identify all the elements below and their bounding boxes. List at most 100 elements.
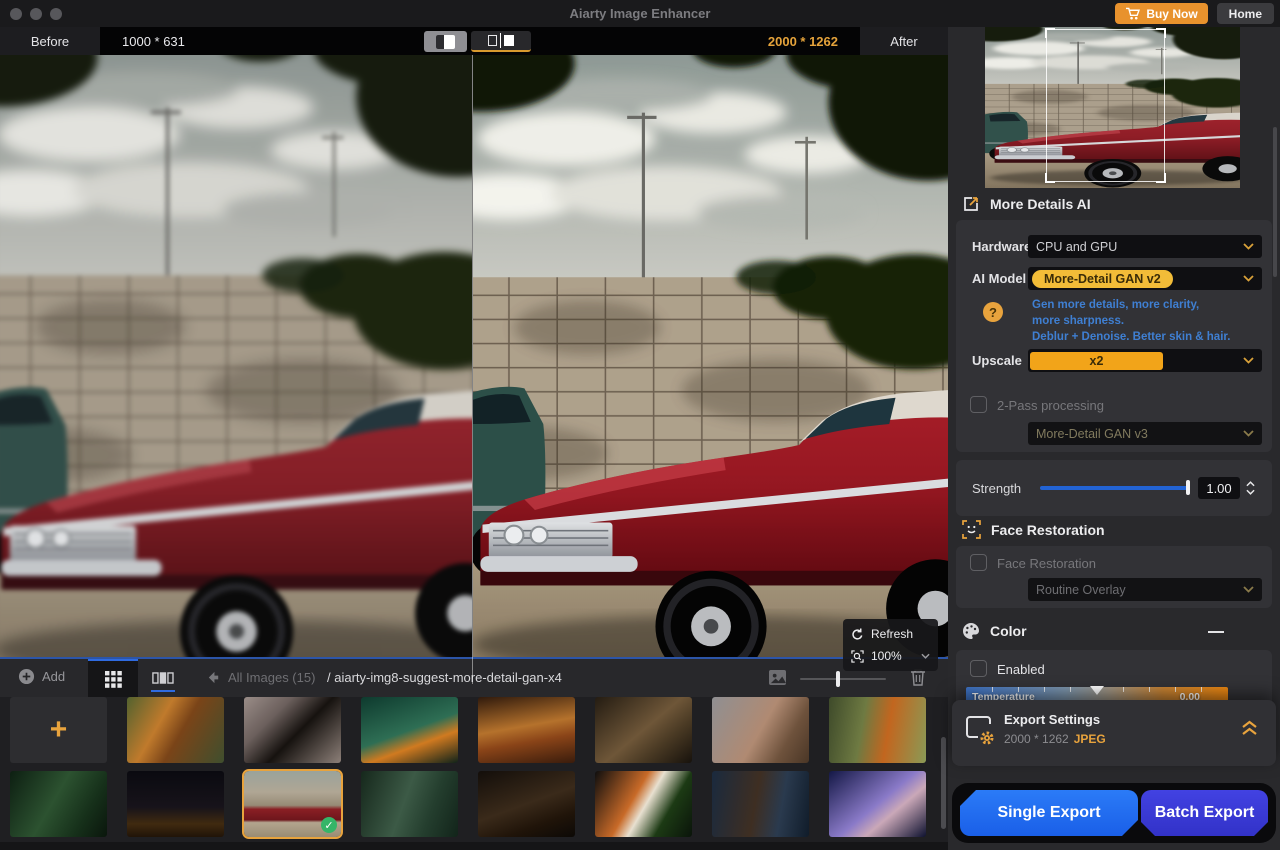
- thumbnail-tiger[interactable]: [127, 697, 224, 763]
- minimize-window-icon[interactable]: [30, 8, 42, 20]
- chevron-down-icon: [1243, 430, 1254, 437]
- list-view-button[interactable]: [141, 659, 185, 697]
- chevron-down-icon: [1243, 275, 1254, 282]
- thumbnail-add-new[interactable]: +: [10, 697, 107, 763]
- thumbnail-heron[interactable]: [361, 771, 458, 837]
- strength-stepper[interactable]: [1244, 477, 1256, 499]
- color-title: Color: [990, 623, 1027, 639]
- back-button[interactable]: [206, 670, 221, 690]
- thumbnail-size-icon: [768, 669, 787, 691]
- model-description-line1: Gen more details, more clarity,: [1032, 297, 1230, 313]
- list-view-underline: [151, 690, 175, 692]
- stepper-down-icon: [1246, 489, 1255, 495]
- view-mode-toggles: [424, 31, 531, 52]
- zoom-lens-icon: [851, 650, 864, 663]
- thumbnail-girl-portrait[interactable]: [712, 697, 809, 763]
- home-button[interactable]: Home: [1217, 3, 1274, 24]
- app-window: Aiarty Image Enhancer Buy Now Home Befor…: [0, 0, 1280, 850]
- ai-model-value: More-Detail GAN v2: [1032, 270, 1173, 288]
- color-header: Color: [962, 622, 1027, 640]
- buy-now-button[interactable]: Buy Now: [1115, 3, 1207, 24]
- navigator-viewport-rect[interactable]: [1046, 29, 1165, 182]
- zoom-level-control[interactable]: 100%: [851, 647, 930, 665]
- help-glyph: ?: [989, 305, 997, 320]
- two-pass-model-dropdown[interactable]: More-Detail GAN v3: [1028, 422, 1262, 445]
- export-settings-card[interactable]: Export Settings 2000 * 1262JPEG: [952, 700, 1276, 766]
- grid-view-button[interactable]: [88, 659, 138, 697]
- ai-model-dropdown[interactable]: More-Detail GAN v2: [1028, 267, 1262, 290]
- workspace: Before 1000 * 631 2000 * 1262 After: [0, 27, 948, 850]
- viewer-zoom-overlay: Refresh 100%: [843, 619, 938, 671]
- face-mode-dropdown[interactable]: Routine Overlay: [1028, 578, 1262, 601]
- thumbnail-size-slider[interactable]: [800, 678, 886, 680]
- after-image: [473, 55, 948, 684]
- panel-scrollbar[interactable]: [1273, 127, 1277, 277]
- before-image: [0, 55, 472, 684]
- add-image-button[interactable]: Add: [18, 668, 65, 685]
- strength-slider-thumb[interactable]: [1186, 480, 1190, 495]
- thumbnail-jungle-bird[interactable]: [10, 771, 107, 837]
- split-view-button[interactable]: [471, 31, 531, 52]
- hardware-value: CPU and GPU: [1036, 240, 1117, 254]
- chevron-down-icon: [1243, 586, 1254, 593]
- split-divider[interactable]: [472, 55, 473, 684]
- face-mode-value: Routine Overlay: [1036, 583, 1126, 597]
- close-window-icon[interactable]: [10, 8, 22, 20]
- more-details-ai-icon: [962, 195, 980, 213]
- temperature-slider-thumb[interactable]: [1090, 686, 1104, 695]
- ai-model-label: AI Model: [972, 271, 1026, 286]
- after-tab: After: [860, 27, 948, 55]
- single-view-icon: [436, 35, 455, 49]
- thumbnail-burger[interactable]: [478, 697, 575, 763]
- image-viewer[interactable]: Refresh 100%: [0, 55, 948, 684]
- thumbnail-coral[interactable]: [829, 771, 926, 837]
- strength-value[interactable]: 1.00: [1198, 477, 1240, 499]
- color-enabled-checkbox[interactable]: [970, 660, 987, 677]
- before-label: Before: [31, 34, 69, 49]
- single-export-button[interactable]: Single Export: [960, 790, 1138, 836]
- thumbnail-scrollbar[interactable]: [941, 737, 946, 829]
- thumbnail-red-car[interactable]: ✓: [244, 771, 341, 837]
- thumbnail-fox[interactable]: [829, 697, 926, 763]
- cart-icon: [1125, 7, 1140, 20]
- title-bar: Aiarty Image Enhancer Buy Now Home: [0, 0, 1280, 27]
- zoom-window-icon[interactable]: [50, 8, 62, 20]
- navigator-thumbnail[interactable]: [985, 27, 1240, 188]
- thumbnail-strip: +✓: [0, 697, 948, 850]
- thumbnail-butterfly-plant[interactable]: [595, 771, 692, 837]
- thumbnail-terrarium[interactable]: [361, 697, 458, 763]
- app-title: Aiarty Image Enhancer: [0, 6, 1280, 21]
- face-restoration-checkbox[interactable]: [970, 554, 987, 571]
- face-restoration-icon: [962, 520, 981, 539]
- stepper-up-icon: [1246, 481, 1255, 487]
- export-collapse-icon[interactable]: [1241, 718, 1258, 742]
- export-buttons-bar: Single Export Batch Export: [952, 783, 1276, 843]
- thumbnail-size-slider-thumb[interactable]: [836, 671, 840, 687]
- upscale-dropdown[interactable]: x2: [1028, 349, 1262, 372]
- bottom-strip: [0, 842, 948, 850]
- model-description-line3: Deblur + Denoise. Better skin & hair.: [1032, 329, 1230, 345]
- thumbnail-city-night[interactable]: [127, 771, 224, 837]
- hardware-dropdown[interactable]: CPU and GPU: [1028, 235, 1262, 258]
- hardware-label: Hardware: [972, 239, 1031, 254]
- two-pass-checkbox[interactable]: [970, 396, 987, 413]
- thumbnail-butterfly[interactable]: [244, 697, 341, 763]
- thumbnail-lake-cabin[interactable]: [478, 771, 575, 837]
- all-images-link[interactable]: All Images (15): [228, 670, 315, 685]
- color-collapse-icon[interactable]: [1208, 631, 1224, 633]
- model-description: Gen more details, more clarity, more sha…: [1032, 297, 1230, 345]
- single-view-button[interactable]: [424, 31, 467, 52]
- delete-button[interactable]: [910, 668, 926, 691]
- refresh-button[interactable]: Refresh: [851, 625, 930, 643]
- thumbnail-dog-art[interactable]: [595, 697, 692, 763]
- export-settings-summary: 2000 * 1262JPEG: [1004, 732, 1106, 746]
- face-restoration-title: Face Restoration: [991, 522, 1105, 538]
- window-controls[interactable]: [10, 8, 62, 20]
- help-icon[interactable]: ?: [983, 302, 1003, 322]
- export-settings-title: Export Settings: [1004, 712, 1100, 727]
- strength-slider[interactable]: [1040, 486, 1190, 490]
- refresh-icon: [851, 628, 864, 641]
- add-image-plus-icon: +: [10, 697, 107, 763]
- thumbnail-corridor-girl[interactable]: [712, 771, 809, 837]
- batch-export-button[interactable]: Batch Export: [1141, 790, 1268, 836]
